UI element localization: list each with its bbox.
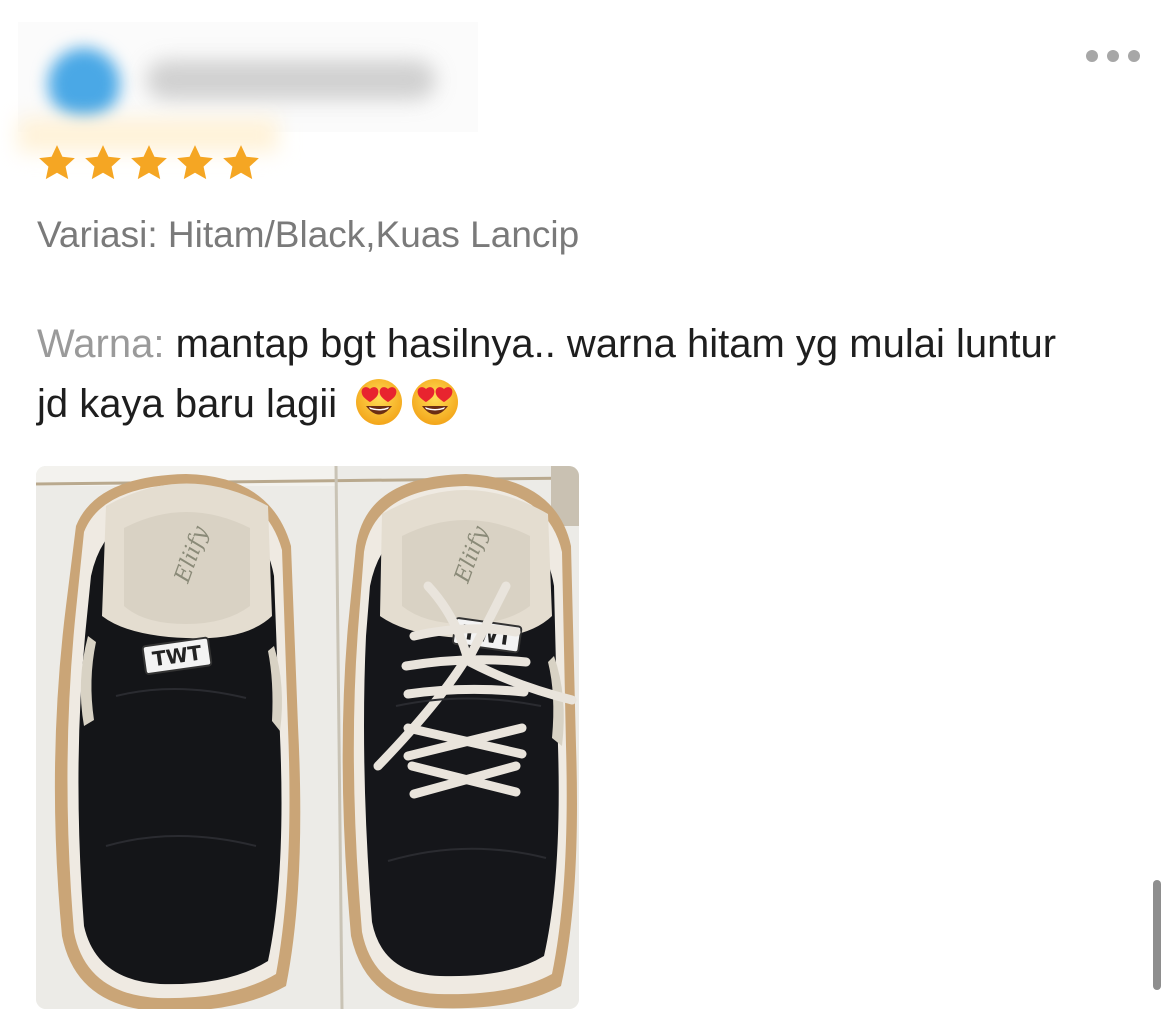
variant-label: Variasi: Hitam/Black,Kuas Lancip	[37, 214, 580, 255]
emoji-group	[348, 379, 460, 426]
shoes-photo: Eliify TWT Eliify TWT	[36, 466, 579, 1009]
more-horizontal-icon	[1086, 50, 1098, 62]
star-icon	[177, 145, 213, 180]
scrollbar[interactable]	[1153, 880, 1161, 990]
star-icon	[131, 145, 167, 180]
star-icon	[39, 145, 75, 180]
more-options-button[interactable]	[1086, 44, 1140, 68]
rating-stars	[36, 142, 262, 184]
review-photo[interactable]: Eliify TWT Eliify TWT	[36, 466, 579, 1009]
heart-eyes-emoji-icon	[356, 379, 403, 425]
left-shoe: Eliify TWT	[54, 474, 301, 1009]
review-text: Warna: mantap bgt hasilnya.. warna hitam…	[37, 314, 1097, 434]
more-horizontal-icon	[1107, 50, 1119, 62]
heart-eyes-emoji-icon	[412, 379, 459, 425]
username-blurred	[146, 60, 436, 100]
reviewer-header	[18, 22, 478, 132]
review-body: mantap bgt hasilnya.. warna hitam yg mul…	[37, 322, 1057, 426]
right-shoe: Eliify TWT	[342, 474, 577, 1009]
avatar	[48, 48, 120, 120]
more-horizontal-icon	[1128, 50, 1140, 62]
review-label: Warna:	[37, 322, 165, 366]
star-icon	[223, 145, 259, 180]
star-icon	[85, 145, 121, 180]
